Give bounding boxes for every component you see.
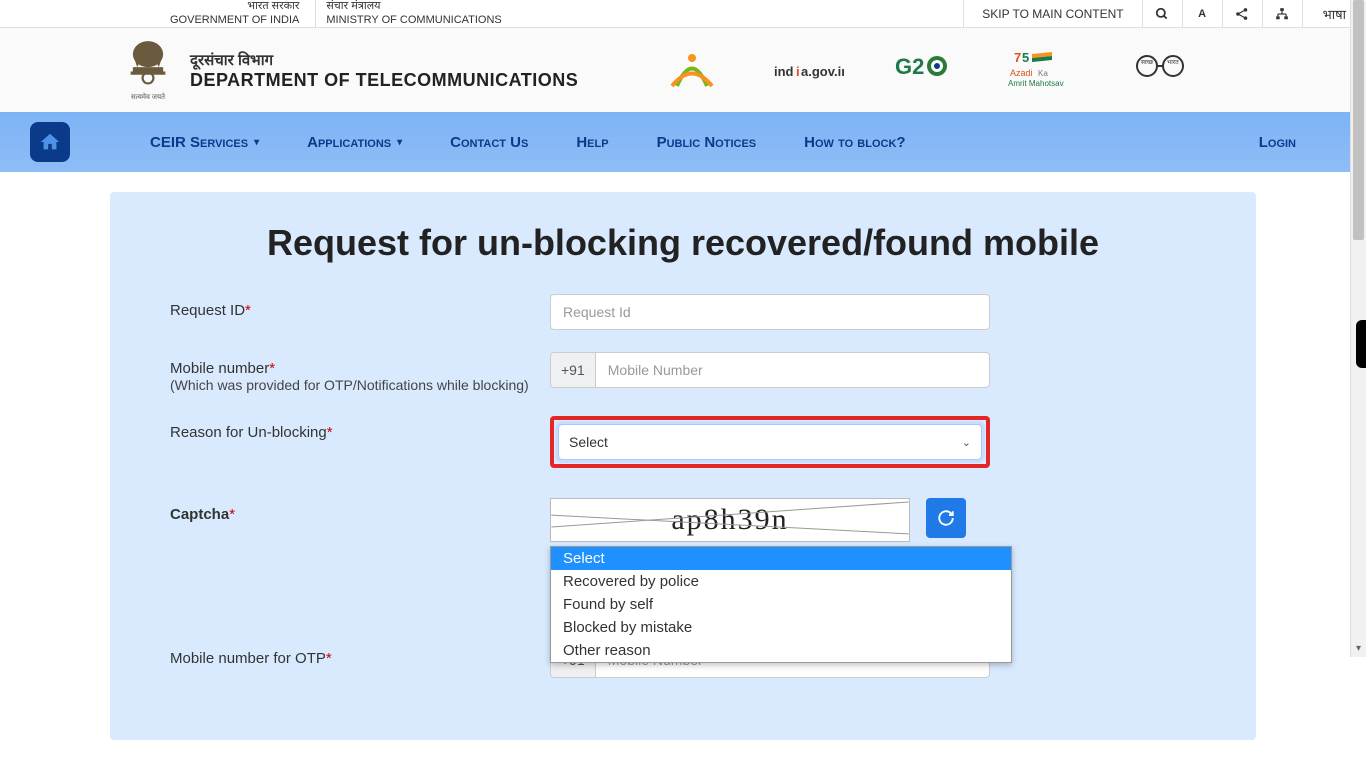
site-header: सत्यमेव जयते दूरसंचार विभाग DEPARTMENT O… xyxy=(0,28,1366,112)
svg-text:ind: ind xyxy=(774,64,794,79)
svg-text:i: i xyxy=(796,64,800,79)
chevron-down-icon: ⌄ xyxy=(962,436,971,449)
captcha-label: Captcha* xyxy=(170,498,550,523)
share-icon[interactable] xyxy=(1223,0,1263,27)
nav-help[interactable]: Help xyxy=(576,134,608,151)
font-size-button[interactable]: A xyxy=(1183,0,1223,27)
reason-selected-value: Select xyxy=(569,434,608,450)
home-button[interactable] xyxy=(30,122,70,162)
reason-option-found-by-self[interactable]: Found by self xyxy=(551,593,1011,616)
request-id-label: Request ID* xyxy=(170,294,550,319)
sitemap-icon[interactable] xyxy=(1263,0,1303,27)
dept-name-hindi: दूरसंचार विभाग xyxy=(190,50,578,70)
gov-english: GOVERNMENT OF INDIA xyxy=(170,14,299,27)
main-nav: CEIR Services ▾ Applications ▾ Contact U… xyxy=(0,112,1366,172)
request-id-input[interactable] xyxy=(550,294,990,330)
feedback-tab[interactable] xyxy=(1356,320,1366,368)
svg-text:G2: G2 xyxy=(895,54,924,79)
ministry-hindi: संचार मंत्रालय xyxy=(326,0,380,13)
mobile-prefix: +91 xyxy=(550,352,595,388)
svg-text:स्वच्छ: स्वच्छ xyxy=(1141,60,1154,66)
ministry-english: MINISTRY OF COMMUNICATIONS xyxy=(326,14,501,27)
svg-text:Azadi: Azadi xyxy=(1010,68,1033,78)
reason-option-other-reason[interactable]: Other reason xyxy=(551,639,1011,662)
nav-label: Applications xyxy=(307,134,391,151)
svg-text:Ka: Ka xyxy=(1038,69,1048,78)
gandhi-glasses-logo: स्वच्छ भारत xyxy=(1124,46,1196,94)
otp-mobile-label: Mobile number for OTP* xyxy=(170,642,550,667)
dept-name-english: DEPARTMENT OF TELECOMMUNICATIONS xyxy=(190,70,578,91)
reason-dropdown-list: Select Recovered by police Found by self… xyxy=(550,546,1012,663)
skip-to-content-link[interactable]: SKIP TO MAIN CONTENT xyxy=(963,0,1142,27)
sanchar-saathi-logo xyxy=(656,46,728,94)
emblem-motto: सत्यमेव जयते xyxy=(131,93,165,102)
nav-how-to-block[interactable]: How to block? xyxy=(804,134,905,151)
department-title: दूरसंचार विभाग DEPARTMENT OF TELECOMMUNI… xyxy=(190,50,578,91)
reason-option-recovered-by-police[interactable]: Recovered by police xyxy=(551,570,1011,593)
top-utility-bar: भारत सरकार GOVERNMENT OF INDIA संचार मंत… xyxy=(0,0,1366,28)
gov-identity: भारत सरकार GOVERNMENT OF INDIA संचार मंत… xyxy=(0,0,502,27)
gov-hindi: भारत सरकार xyxy=(247,0,299,13)
reason-select-highlight: Select ⌄ xyxy=(550,416,990,468)
india-gov-logo: india.gov.in xyxy=(773,46,845,94)
nav-ceir-services[interactable]: CEIR Services ▾ xyxy=(150,134,259,151)
captcha-text: ap8h39n xyxy=(671,503,788,537)
nav-applications[interactable]: Applications ▾ xyxy=(307,134,402,151)
scrollbar-thumb[interactable] xyxy=(1353,0,1364,240)
mobile-number-input[interactable] xyxy=(595,352,990,388)
svg-text:a.gov.in: a.gov.in xyxy=(801,64,844,79)
national-emblem: सत्यमेव जयते xyxy=(120,38,176,102)
search-icon[interactable] xyxy=(1143,0,1183,27)
unblock-request-form: Request for un-blocking recovered/found … xyxy=(110,192,1256,740)
azadi-logo: 75 Azadi KaAmrit Mahotsav xyxy=(1007,46,1079,94)
page-title: Request for un-blocking recovered/found … xyxy=(170,222,1196,264)
reason-option-blocked-by-mistake[interactable]: Blocked by mistake xyxy=(551,616,1011,639)
nav-label: CEIR Services xyxy=(150,134,248,151)
captcha-image: ap8h39n xyxy=(550,498,910,542)
nav-public-notices[interactable]: Public Notices xyxy=(657,134,757,151)
svg-text:Amrit Mahotsav: Amrit Mahotsav xyxy=(1008,79,1064,88)
reason-option-select[interactable]: Select xyxy=(551,547,1011,570)
login-link[interactable]: Login xyxy=(1259,134,1336,151)
svg-text:7: 7 xyxy=(1014,50,1021,65)
reason-label: Reason for Un-blocking* xyxy=(170,416,550,441)
captcha-refresh-button[interactable] xyxy=(926,498,966,538)
partner-logos: india.gov.in G2 75AzadiKaAmrit Mahotsav … xyxy=(656,46,1326,94)
reason-select[interactable]: Select ⌄ xyxy=(558,424,982,460)
chevron-down-icon: ▾ xyxy=(254,137,259,148)
chevron-down-icon: ▾ xyxy=(397,137,402,148)
svg-text:5: 5 xyxy=(1022,50,1029,65)
svg-text:भारत: भारत xyxy=(1167,60,1179,66)
g20-logo: G2 xyxy=(890,46,962,94)
mobile-number-label: Mobile number* (Which was provided for O… xyxy=(170,352,550,394)
scroll-down-arrow[interactable]: ▾ xyxy=(1351,641,1366,657)
nav-contact-us[interactable]: Contact Us xyxy=(450,134,528,151)
